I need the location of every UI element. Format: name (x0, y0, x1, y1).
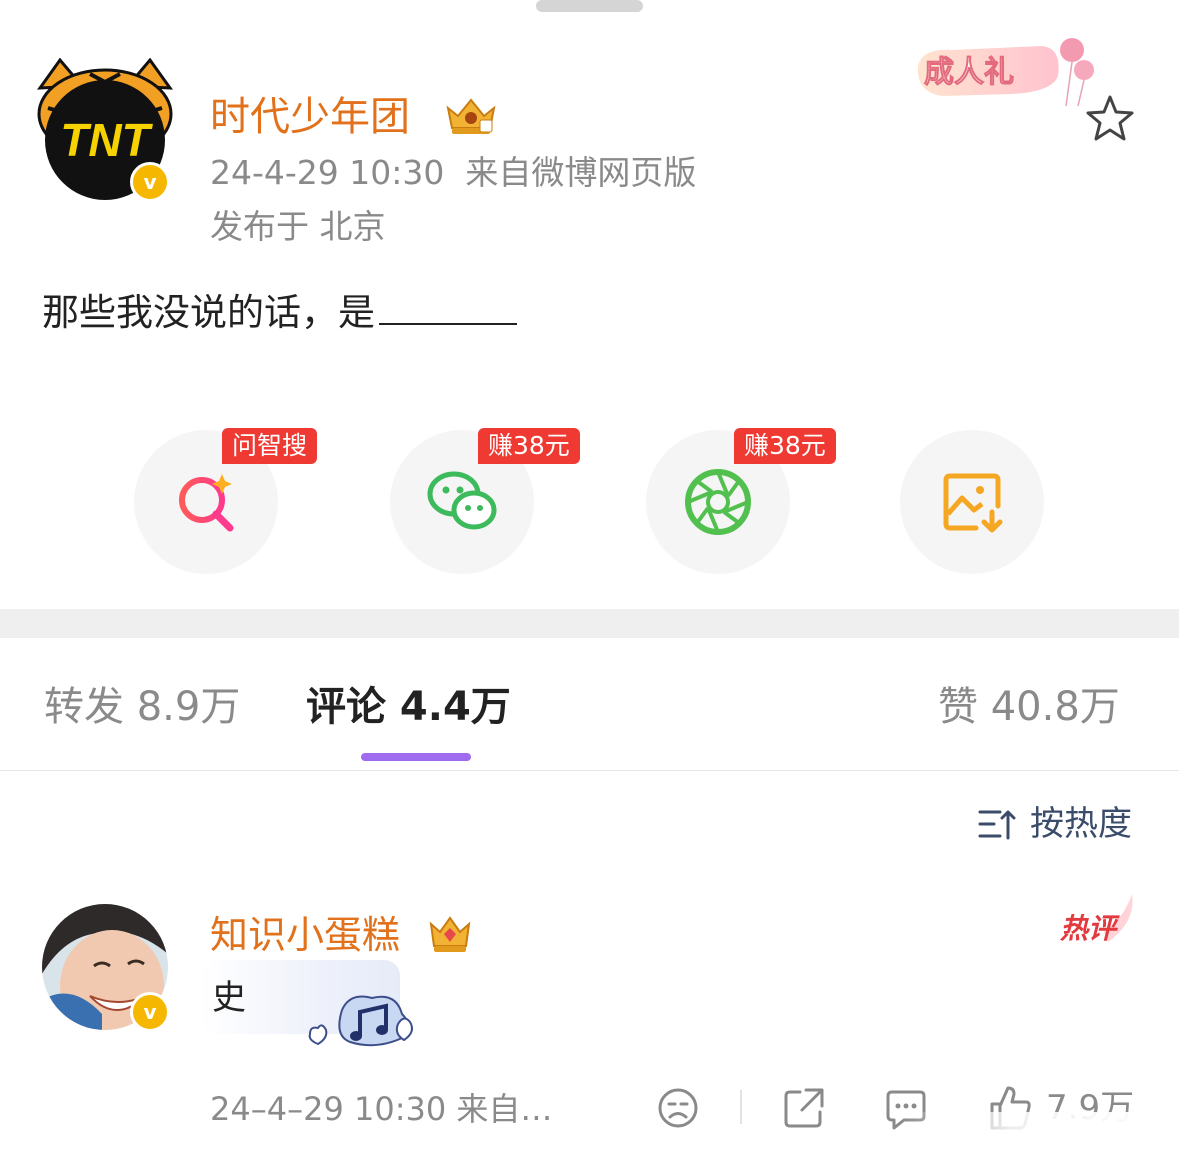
sort-label: 按热度 (1030, 804, 1132, 844)
tab-divider (0, 770, 1179, 771)
save-image-button[interactable] (900, 430, 1044, 574)
post-source: 来自微博网页版 (465, 153, 697, 192)
hot-comment-text: 热评 (1059, 913, 1120, 944)
emoji-reaction-icon[interactable] (656, 1086, 700, 1130)
star-icon[interactable] (1086, 94, 1134, 142)
post-text: 那些我没说的话，是 (42, 290, 517, 336)
ai-search-icon (179, 474, 234, 532)
commenter-name[interactable]: 知识小蛋糕 (210, 912, 400, 958)
share-icon[interactable] (782, 1086, 826, 1130)
sort-icon (978, 810, 1016, 840)
hot-comment-badge: 热评 (1058, 892, 1138, 948)
crown-member-icon (444, 94, 498, 138)
music-decoration-icon (306, 990, 418, 1052)
bottom-fade-overlay (900, 1112, 1179, 1158)
avatar-logo-text: TNT (60, 114, 153, 166)
tab-repost[interactable]: 转发 8.9万 (44, 682, 240, 732)
post-location: 发布于 北京 (210, 207, 386, 246)
tab-comment[interactable]: 评论 4.4万 (306, 682, 511, 732)
comment-text: 史 (212, 978, 246, 1018)
event-badge-text: 成人礼 (924, 56, 1014, 89)
comment-meta: 24–4–29 10:30 来自… (210, 1090, 553, 1128)
tab-active-indicator (361, 753, 471, 761)
section-divider (0, 609, 1179, 638)
tab-like[interactable]: 赞 40.8万 (938, 682, 1120, 732)
verified-badge-icon: v (130, 162, 170, 202)
crown-member-icon (428, 912, 472, 956)
ai-search-tag: 问智搜 (222, 428, 318, 464)
moments-reward-tag: 赚38元 (734, 428, 836, 464)
commenter-verified-icon: v (130, 992, 170, 1032)
post-time: 24-4-29 10:30 (210, 153, 445, 192)
post-text-content: 那些我没说的话，是 (42, 291, 375, 334)
wechat-icon (427, 471, 497, 530)
drag-handle[interactable] (536, 0, 643, 12)
moments-icon (685, 469, 751, 535)
fill-blank-line (379, 293, 517, 325)
post-author-name[interactable]: 时代少年团 (210, 94, 410, 140)
action-separator (740, 1090, 742, 1124)
wechat-reward-tag: 赚38元 (478, 428, 580, 464)
event-badge: 成人礼 (912, 36, 1102, 108)
save-image-icon (943, 473, 1003, 533)
post-meta: 24-4-29 10:30 来自微博网页版 (210, 152, 696, 194)
